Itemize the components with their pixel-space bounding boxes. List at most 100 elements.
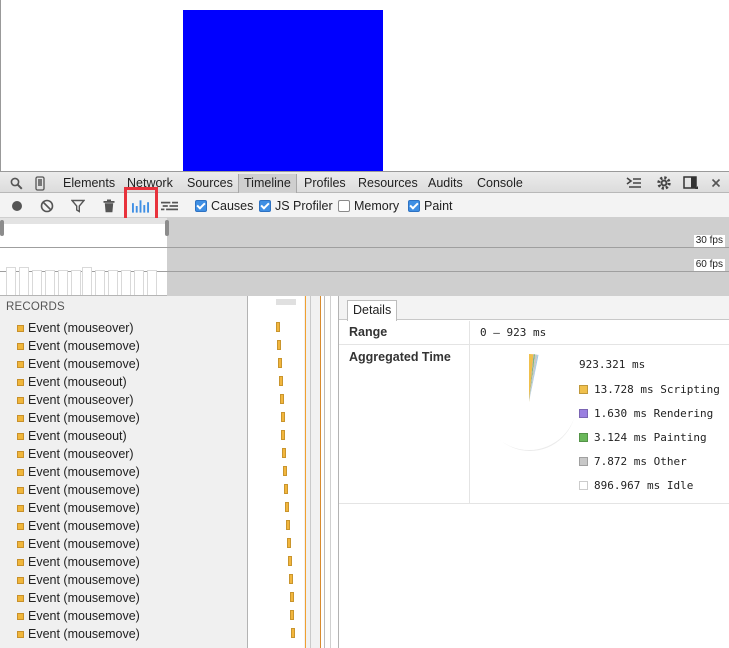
tab-audits[interactable]: Audits — [423, 174, 468, 193]
checkbox-unchecked-icon[interactable] — [338, 200, 350, 212]
record-strip-bar — [290, 610, 294, 620]
causes-label: Causes — [211, 199, 254, 213]
aggregated-time-label: Aggregated Time — [349, 350, 451, 364]
records-header: RECORDS — [6, 301, 65, 313]
legend-label: 7.872 ms Other — [594, 454, 687, 468]
record-type-swatch — [17, 630, 24, 638]
checkbox-checked-icon[interactable] — [408, 200, 420, 212]
record-strip-bar — [282, 448, 286, 458]
record-row[interactable]: Event (mousemove) — [17, 536, 140, 552]
fps-30-label: 30 fps — [693, 235, 725, 247]
records-panel: RECORDS Event (mouseover) Event (mousemov… — [0, 296, 248, 648]
record-row[interactable]: Event (mousemove) — [17, 626, 140, 642]
details-tabbar: Details — [339, 296, 729, 321]
annotation-highlight-box — [124, 187, 158, 221]
frame-bar — [58, 270, 68, 295]
record-type-swatch — [17, 324, 24, 332]
fps-30-line — [0, 247, 729, 248]
tab-sources[interactable]: Sources — [182, 174, 238, 193]
record-row[interactable]: Event (mousemove) — [17, 590, 140, 606]
record-row[interactable]: Event (mouseover) — [17, 320, 134, 336]
legend-swatch — [579, 480, 588, 490]
causes-checkbox[interactable]: Causes — [195, 199, 253, 213]
record-label: Event (mousemove) — [28, 537, 140, 551]
record-label: Event (mousemove) — [28, 591, 140, 605]
record-row[interactable]: Event (mouseover) — [17, 392, 134, 408]
trash-icon[interactable] — [100, 197, 117, 214]
record-label: Event (mouseout) — [28, 429, 127, 443]
strip-marker — [320, 296, 321, 648]
paint-checkbox[interactable]: Paint — [408, 199, 453, 213]
record-label: Event (mousemove) — [28, 339, 140, 353]
record-row[interactable]: Event (mousemove) — [17, 518, 140, 534]
overview-right-handle[interactable] — [165, 220, 169, 236]
record-row[interactable]: Event (mousemove) — [17, 500, 140, 516]
frame-bar — [71, 270, 81, 295]
checkbox-checked-icon[interactable] — [195, 200, 207, 212]
record-strip-bar — [287, 538, 291, 548]
details-panel: Details Range 0 – 923 ms Aggregated Time… — [338, 296, 729, 648]
flame-chart-icon[interactable] — [161, 197, 178, 214]
device-mode-icon[interactable] — [32, 175, 48, 191]
legend-label: 896.967 ms Idle — [594, 478, 694, 492]
frame-bar — [82, 267, 92, 295]
close-icon[interactable] — [708, 175, 724, 191]
record-row[interactable]: Event (mousemove) — [17, 410, 140, 426]
search-icon[interactable] — [8, 175, 24, 191]
record-row[interactable]: Event (mousemove) — [17, 572, 140, 588]
tab-console[interactable]: Console — [472, 174, 528, 193]
record-strip-bar — [283, 466, 287, 476]
record-label: Event (mousemove) — [28, 555, 140, 569]
clear-icon[interactable] — [38, 197, 55, 214]
record-strip-bar — [280, 394, 284, 404]
record-type-swatch — [17, 576, 24, 584]
js-profiler-label: JS Profiler — [275, 199, 333, 213]
devtools-tabbar: Elements Network Sources Timeline Profil… — [0, 171, 729, 193]
record-row[interactable]: Event (mousemove) — [17, 608, 140, 624]
console-drawer-icon[interactable] — [626, 175, 642, 191]
record-row[interactable]: Event (mousemove) — [17, 482, 140, 498]
record-type-swatch — [17, 468, 24, 476]
record-row[interactable]: Event (mouseover) — [17, 446, 134, 462]
filter-icon[interactable] — [69, 197, 86, 214]
record-strip-bar — [284, 484, 288, 494]
overview-left-handle[interactable] — [0, 220, 4, 236]
record-row[interactable]: Event (mousemove) — [17, 356, 140, 372]
record-label: Event (mouseover) — [28, 393, 134, 407]
inspected-page — [0, 0, 729, 172]
memory-checkbox[interactable]: Memory — [338, 199, 399, 213]
record-row[interactable]: Event (mousemove) — [17, 554, 140, 570]
frame-bar — [108, 270, 118, 295]
tab-elements[interactable]: Elements — [58, 174, 120, 193]
record-strip-bar — [290, 592, 294, 602]
tab-details[interactable]: Details — [347, 300, 398, 321]
details-column-separator — [469, 321, 470, 503]
timeline-overview[interactable]: 30 fps 60 fps — [0, 218, 729, 296]
record-row[interactable]: Event (mouseout) — [17, 374, 127, 390]
overview-unselected-region — [167, 218, 729, 296]
record-row[interactable]: Event (mouseout) — [17, 428, 127, 444]
record-label: Event (mousemove) — [28, 483, 140, 497]
fps-60-label: 60 fps — [693, 259, 725, 271]
record-label: Event (mousemove) — [28, 573, 140, 587]
record-type-swatch — [17, 540, 24, 548]
tab-timeline[interactable]: Timeline — [238, 174, 297, 193]
dock-side-icon[interactable] — [683, 175, 699, 191]
record-type-swatch — [17, 504, 24, 512]
paint-label: Paint — [424, 199, 453, 213]
checkbox-checked-icon[interactable] — [259, 200, 271, 212]
frame-bar — [95, 270, 105, 295]
record-row[interactable]: Event (mousemove) — [17, 464, 140, 480]
legend-swatch — [579, 432, 588, 442]
tab-resources[interactable]: Resources — [353, 174, 423, 193]
strip-selection-column — [304, 296, 320, 648]
strip-gridline — [330, 296, 331, 648]
strip-marker — [305, 296, 306, 648]
record-type-swatch — [17, 522, 24, 530]
record-row[interactable]: Event (mousemove) — [17, 338, 140, 354]
record-icon[interactable] — [8, 197, 25, 214]
gear-icon[interactable] — [656, 175, 672, 191]
tab-profiles[interactable]: Profiles — [299, 174, 351, 193]
record-strip-bar — [288, 556, 292, 566]
js-profiler-checkbox[interactable]: JS Profiler — [259, 199, 333, 213]
